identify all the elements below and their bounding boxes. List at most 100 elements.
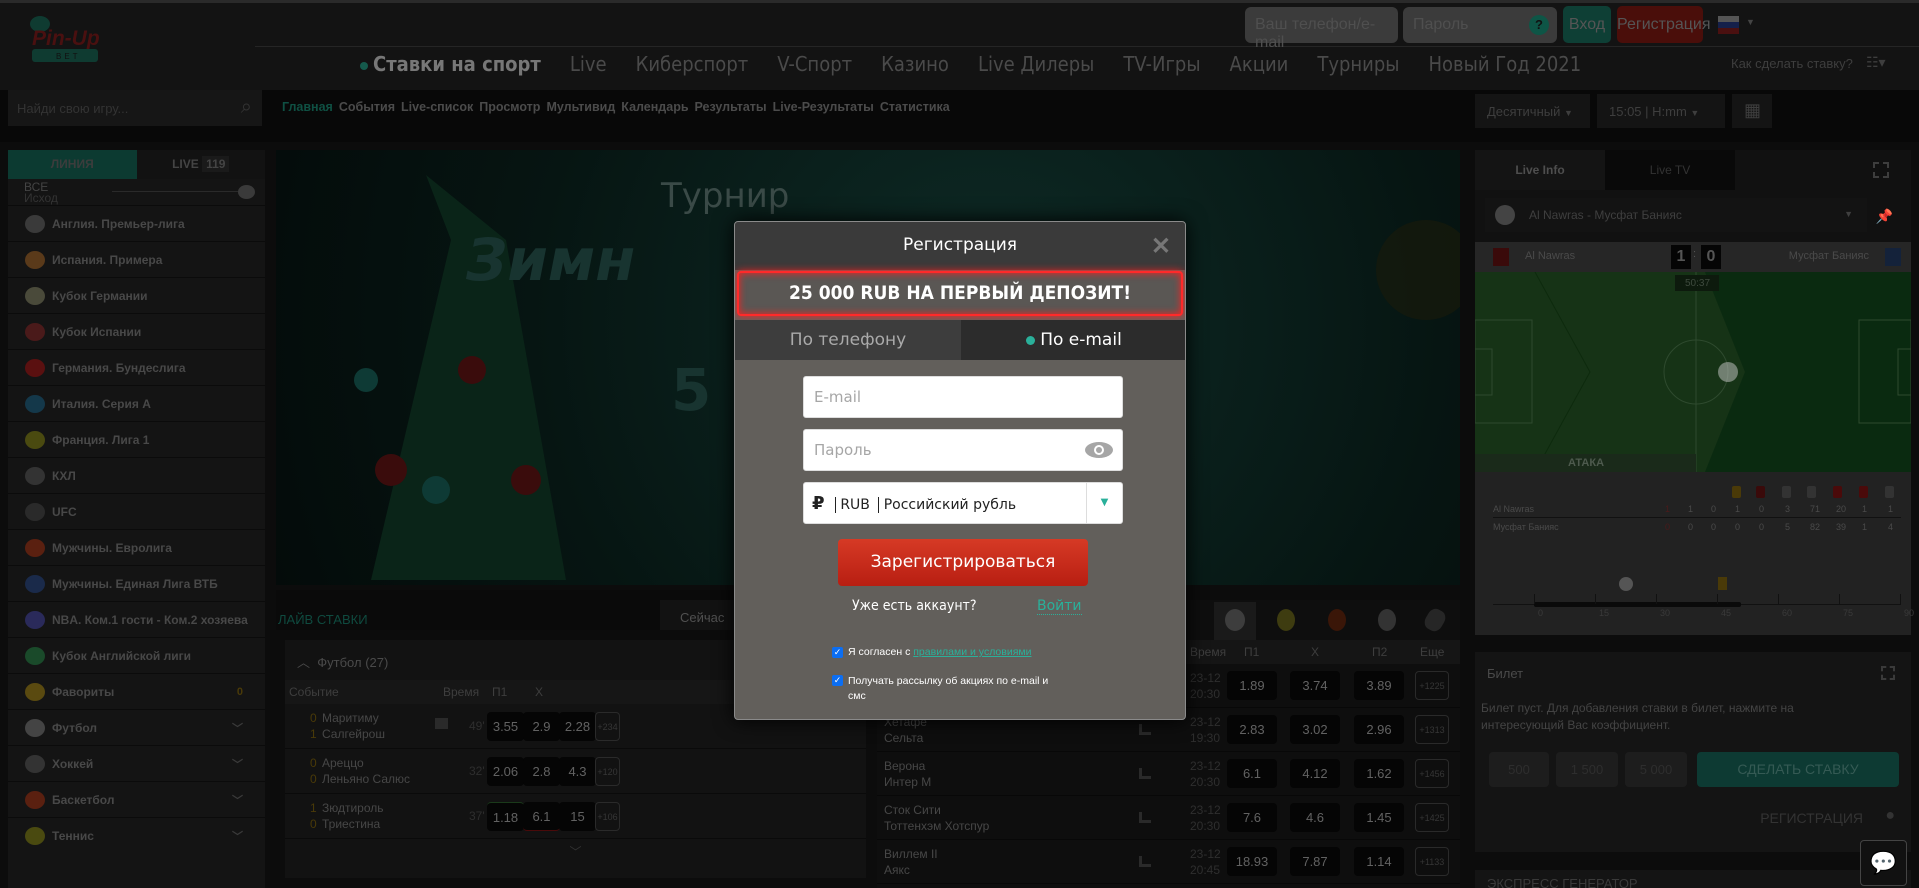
header-password-input[interactable]: Пароль? [1403,7,1557,43]
nav-vsport[interactable]: V-Спорт [777,52,852,76]
odd-x[interactable]: 3.02 [1290,715,1340,744]
nav-tournaments[interactable]: Турниры [1317,52,1399,76]
odd-x[interactable]: 7.87 [1290,847,1340,876]
nav-promotions[interactable]: Акции [1230,52,1289,76]
how-to-bet-link[interactable]: Как сделать ставку? [1731,56,1853,71]
odd-p1[interactable]: 2.06 [487,757,524,786]
login-link[interactable]: Войти [1037,598,1082,615]
more-markets-button[interactable]: +1225 [1415,671,1449,700]
odd-x[interactable]: 2.9 [523,712,560,741]
register-button[interactable]: Регистрация [1617,6,1711,43]
odd-p1[interactable]: 1.89 [1227,671,1277,700]
expand-icon[interactable] [1881,666,1895,680]
sidebar-item[interactable]: Хоккей ﹀ [8,745,265,781]
pin-icon[interactable]: 📌 [1876,208,1893,225]
more-markets-button[interactable]: +106 [595,802,620,831]
tab-by-phone[interactable]: По телефону [735,320,961,360]
nav-sports[interactable]: Ставки на спорт [360,52,541,76]
tab-live-info[interactable]: Live Info [1475,150,1605,190]
odd-p2[interactable]: 1.62 [1354,759,1404,788]
crumb-results[interactable]: Результаты [695,100,767,114]
language-chevron-icon[interactable]: ▼ [1746,17,1755,27]
odd-p2[interactable]: 2.28 [559,712,596,741]
basketball-icon[interactable] [1328,609,1346,631]
odd-p1[interactable]: 6.1 [1227,759,1277,788]
odds-format-select[interactable]: Десятичный ▼ [1475,94,1590,128]
sidebar-item[interactable]: Франция. Лига 1 [8,421,265,457]
crumb-view[interactable]: Просмотр [479,100,540,114]
tab-by-email[interactable]: По e-mail [961,320,1185,360]
sidebar-item[interactable]: Кубок Германии [8,277,265,313]
login-button[interactable]: Вход [1563,6,1611,43]
nav-casino[interactable]: Казино [881,52,949,76]
register-submit-button[interactable]: Зарегистрироваться [838,539,1088,586]
agree-checkbox[interactable]: ✓ [832,647,843,658]
tab-live-tv[interactable]: Live TV [1605,150,1735,190]
sidebar-item[interactable]: Испания. Примера [8,241,265,277]
nav-tv-games[interactable]: TV-Игры [1123,52,1200,76]
table-row[interactable]: Верона Интер М 23-12 20:30 6.1 4.12 1.62 +1456 [877,752,1460,796]
sidebar-item[interactable]: UFC [8,493,265,529]
odd-p1[interactable]: 18.93 [1227,847,1277,876]
place-bet-button[interactable]: СДЕЛАТЬ СТАВКУ [1697,752,1899,787]
tab-line[interactable]: ЛИНИЯ [8,150,137,179]
calculator-icon[interactable]: ▦ [1732,94,1772,128]
crumb-home[interactable]: Главная [282,100,333,114]
odd-p2[interactable]: 3.89 [1354,671,1404,700]
sidebar-item[interactable]: Англия. Премьер-лига [8,205,265,241]
show-password-eye-icon[interactable] [1084,441,1114,459]
sidebar-item[interactable]: Германия. Бундеслига [8,349,265,385]
chevron-down-icon[interactable]: ▼ [1086,483,1122,523]
amount-5000[interactable]: 5 000 [1625,752,1687,787]
table-row[interactable]: 0 Ареццо 0 Леньяно Салюс 32' 2.06 2.8 4.3 +120 [285,749,866,794]
more-markets-button[interactable]: +234 [595,712,620,741]
table-row[interactable]: Виллем II Аякс 23-12 20:45 18.93 7.87 1.14 +113… [877,840,1460,884]
odd-p2[interactable]: 1.14 [1354,847,1404,876]
sidebar-item[interactable]: Кубок Английской лиги [8,637,265,673]
odd-x[interactable]: 4.12 [1290,759,1340,788]
outcome-slider-track[interactable] [112,191,242,192]
odd-x[interactable]: 3.74 [1290,671,1340,700]
more-markets-button[interactable]: +1313 [1415,715,1449,744]
expand-chevron-icon[interactable]: ﹀ [285,839,866,860]
newsletter-checkbox[interactable]: ✓ [832,675,843,686]
odd-p2[interactable]: 2.96 [1354,715,1404,744]
odd-p2[interactable]: 4.3 [559,757,596,786]
sidebar-item[interactable]: Фавориты 0 [8,673,265,709]
nav-new-year[interactable]: Новый Год 2021 [1429,52,1582,76]
crumb-events[interactable]: События [339,100,395,114]
more-markets-button[interactable]: +1456 [1415,759,1449,788]
sidebar-item[interactable]: Теннис ﹀ [8,817,265,853]
odd-p1[interactable]: 2.83 [1227,715,1277,744]
express-generator-title[interactable]: ЭКСПРЕСС ГЕНЕРАТОР [1475,870,1911,888]
odd-p1[interactable]: 3.55 [487,712,524,741]
odd-x[interactable]: 4.6 [1290,803,1340,832]
search-input[interactable]: Найди свою игру... ⌕ [8,90,262,126]
nav-esports[interactable]: Киберспорт [636,52,749,76]
crumb-stats[interactable]: Статистика [880,100,950,114]
hockey-icon[interactable] [1421,605,1449,635]
terms-link[interactable]: правилами и условиями [913,646,1031,658]
password-input[interactable]: Пароль [803,429,1123,471]
sidebar-item[interactable]: Футбол ﹀ [8,709,265,745]
outcome-slider-handle[interactable] [238,185,255,199]
logo[interactable]: Pin-Up BET [26,12,104,70]
sidebar-item[interactable]: Италия. Серия А [8,385,265,421]
instruction-icon[interactable]: ☷▾ [1866,54,1886,71]
close-icon[interactable]: ✕ [1151,232,1171,261]
ticket-register-link[interactable]: РЕГИСТРАЦИЯ [1760,810,1863,826]
table-row[interactable]: 1 Зюдтироль 0 Триестина 37' 1.18 6.1 15 +106 [285,794,866,839]
crumb-multiview[interactable]: Мультивид [546,100,615,114]
help-icon[interactable]: ? [1529,15,1549,35]
email-input[interactable]: E-mail [803,376,1123,418]
crumb-live-list[interactable]: Live-список [401,100,473,114]
tab-live[interactable]: LIVE 119 [136,150,265,179]
tennis-icon[interactable] [1277,609,1295,631]
outcome-filter[interactable]: ВСЕ Исход [8,179,265,205]
match-select[interactable]: Al Nawras - Мусфат Банияс ▼ [1485,198,1867,232]
russia-flag-icon[interactable] [1718,16,1739,34]
odd-p2[interactable]: 1.45 [1354,803,1404,832]
more-markets-button[interactable]: +1133 [1415,847,1449,876]
nav-live-dealers[interactable]: Live Дилеры [978,52,1094,76]
sidebar-item[interactable]: Баскетбол ﹀ [8,781,265,817]
